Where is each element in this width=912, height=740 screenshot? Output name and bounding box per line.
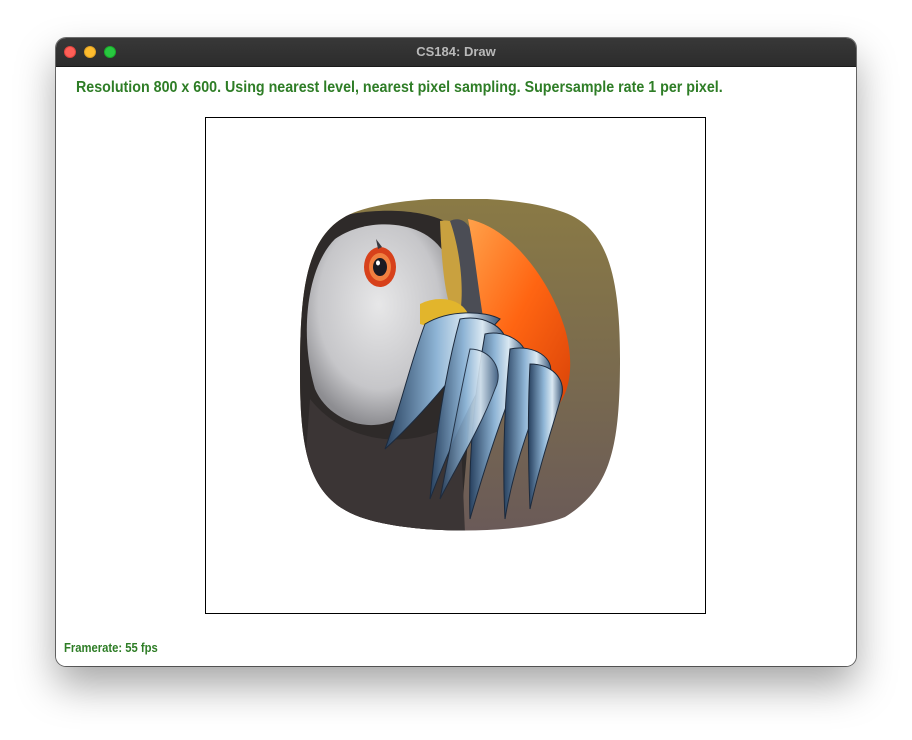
window-title: CS184: Draw — [416, 44, 496, 59]
title-bar[interactable]: CS184: Draw — [56, 38, 856, 67]
rendered-texture-image — [300, 199, 620, 531]
framerate-text: Framerate: 55 fps — [64, 641, 158, 655]
draw-area[interactable]: Resolution 800 x 600. Using nearest leve… — [56, 67, 856, 666]
status-text: Resolution 800 x 600. Using nearest leve… — [76, 79, 723, 96]
app-window: CS184: Draw Resolution 800 x 600. Using … — [56, 38, 856, 666]
canvas-frame[interactable] — [205, 117, 706, 614]
